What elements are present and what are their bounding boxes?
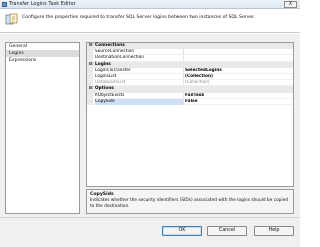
header-panel: Configure the properties required to tra… bbox=[0, 9, 300, 33]
cancel-button[interactable]: Cancel bbox=[207, 226, 247, 236]
description-text: Indicates whether the security identifie… bbox=[90, 198, 288, 209]
description-panel: CopySids Indicates whether the security … bbox=[86, 189, 294, 214]
property-grid: ⊟ Connections SourceConnection Destinati… bbox=[86, 42, 294, 187]
close-button[interactable]: X bbox=[284, 1, 297, 8]
nav-item-expressions[interactable]: Expressions bbox=[6, 57, 79, 64]
nav-item-logins[interactable]: Logins bbox=[6, 50, 79, 57]
divider bbox=[0, 217, 300, 218]
app-icon bbox=[2, 2, 7, 7]
help-button[interactable]: Help bbox=[254, 226, 294, 236]
header-description: Configure the properties required to tra… bbox=[22, 15, 256, 20]
property-name: CopySids bbox=[95, 98, 183, 105]
property-value[interactable]: False bbox=[185, 99, 293, 105]
page-list: General Logins Expressions bbox=[5, 42, 80, 214]
window-title: Transfer Logins Task Editor bbox=[9, 1, 76, 7]
task-icon bbox=[5, 13, 18, 25]
nav-item-general[interactable]: General bbox=[6, 43, 79, 50]
ok-button[interactable]: OK bbox=[162, 226, 202, 236]
title-bar: Transfer Logins Task Editor X bbox=[0, 0, 300, 9]
property-row-copysids[interactable]: CopySids False bbox=[87, 98, 293, 105]
dialog-body: General Logins Expressions ⊟ Connections… bbox=[0, 34, 300, 247]
